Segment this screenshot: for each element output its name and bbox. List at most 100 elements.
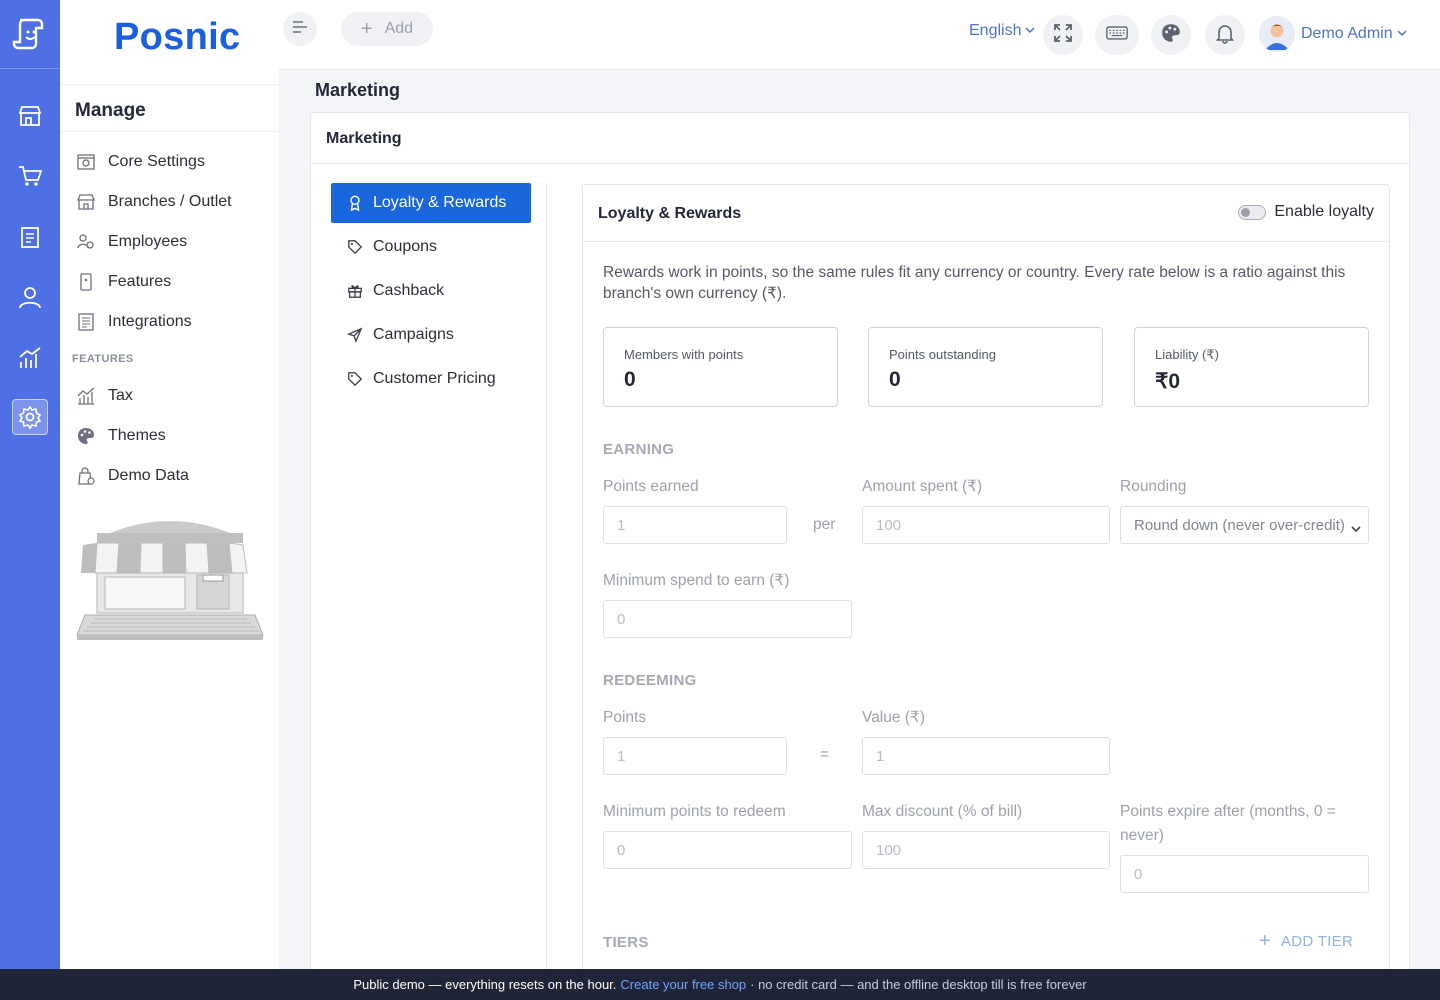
- loyalty-panel: Loyalty & Rewards Enable loyalty Rewards…: [582, 184, 1390, 994]
- tab-customer-pricing[interactable]: Customer Pricing: [331, 359, 531, 399]
- keyboard-icon: [1106, 22, 1128, 49]
- user-menu[interactable]: Demo Admin: [1259, 16, 1407, 52]
- earning-section-title: EARNING: [603, 441, 675, 458]
- tab-campaigns[interactable]: Campaigns: [331, 315, 531, 355]
- points-expire-label: Points expire after (months, 0 = never): [1120, 803, 1336, 844]
- tab-label: Customer Pricing: [373, 370, 496, 387]
- sidebar-item-themes[interactable]: Themes: [75, 421, 166, 451]
- add-button-label: Add: [384, 20, 414, 37]
- icon-rail: [0, 0, 60, 970]
- stat-points-outstanding: Points outstanding 0: [868, 327, 1103, 407]
- bell-icon: [1214, 22, 1236, 49]
- banner-text-secondary: · no credit card — and the offline deskt…: [750, 977, 1087, 992]
- stat-label: Liability (₹): [1155, 347, 1219, 362]
- tab-cashback[interactable]: Cashback: [331, 271, 531, 311]
- fullscreen-button[interactable]: [1043, 15, 1083, 55]
- tab-loyalty-rewards[interactable]: Loyalty & Rewards: [331, 183, 531, 223]
- max-discount-label: Max discount (% of bill): [862, 803, 1023, 820]
- tiers-section-title: TIERS: [603, 934, 649, 951]
- tag-icon: [346, 238, 364, 256]
- sidebar-item-core-settings[interactable]: Core Settings: [75, 147, 205, 177]
- page-title: Marketing: [315, 80, 401, 100]
- notifications-button[interactable]: [1205, 15, 1245, 55]
- stat-value: 0: [624, 368, 636, 391]
- stat-members-with-points: Members with points 0: [603, 327, 838, 407]
- menu-toggle-button[interactable]: [283, 12, 317, 46]
- stat-label: Points outstanding: [889, 347, 996, 362]
- tab-label: Loyalty & Rewards: [373, 194, 507, 211]
- settings-icon[interactable]: [12, 399, 48, 435]
- language-label: English: [969, 22, 1022, 39]
- sidebar-item-label: Themes: [108, 427, 166, 444]
- stat-value: ₹0: [1155, 370, 1181, 393]
- send-icon: [346, 326, 364, 344]
- amount-spent-input[interactable]: 100: [862, 506, 1110, 544]
- add-tier-label: ADD TIER: [1280, 932, 1354, 950]
- rounding-label: Rounding: [1120, 478, 1187, 495]
- add-tier-button[interactable]: + ADD TIER: [1259, 931, 1353, 951]
- tab-coupons[interactable]: Coupons: [331, 227, 531, 267]
- stat-liability: Liability (₹) ₹0: [1134, 327, 1369, 407]
- toggle-switch[interactable]: [1238, 204, 1267, 220]
- branch-icon: [75, 191, 97, 213]
- sidebar-item-employees[interactable]: Employees: [75, 227, 187, 257]
- create-shop-link[interactable]: Create your free shop: [620, 977, 746, 992]
- plus-icon: +: [1259, 930, 1271, 952]
- sidebar-section-label: FEATURES: [72, 353, 134, 365]
- menu-icon: [291, 18, 309, 41]
- points-expire-input[interactable]: 0: [1120, 855, 1369, 893]
- min-spend-label: Minimum spend to earn (₹): [603, 572, 790, 589]
- redeem-value-input[interactable]: 1: [862, 737, 1110, 775]
- sidebar-heading: Manage: [75, 100, 146, 121]
- language-select[interactable]: English: [969, 22, 1036, 40]
- max-discount-input[interactable]: 100: [862, 831, 1110, 869]
- tab-label: Coupons: [373, 238, 438, 255]
- min-points-label: Minimum points to redeem: [603, 803, 786, 820]
- clipboard-icon[interactable]: [12, 219, 48, 255]
- rounding-select[interactable]: Round down (never over-credit): [1120, 506, 1369, 544]
- keyboard-shortcuts-button[interactable]: [1095, 15, 1139, 55]
- amount-spent-label: Amount spent (₹): [862, 478, 983, 495]
- per-text: per: [813, 516, 836, 533]
- palette-icon: [75, 425, 97, 447]
- min-points-input[interactable]: 0: [603, 831, 852, 869]
- sidebar-item-branches[interactable]: Branches / Outlet: [75, 187, 232, 217]
- top-bar: + Add English Demo Admin: [279, 0, 1440, 70]
- min-spend-input[interactable]: 0: [603, 600, 852, 638]
- redeem-points-label: Points: [603, 709, 647, 726]
- chevron-down-icon: [1025, 22, 1036, 40]
- brand-logo[interactable]: Posnic: [114, 16, 240, 59]
- sidebar-item-label: Branches / Outlet: [108, 193, 232, 210]
- redeem-points-input[interactable]: 1: [603, 737, 787, 775]
- add-button[interactable]: + Add: [341, 12, 433, 46]
- sidebar-item-features[interactable]: Features: [75, 267, 171, 297]
- stat-label: Members with points: [624, 347, 744, 362]
- user-icon[interactable]: [12, 279, 48, 315]
- toggle-label: Enable loyalty: [1274, 203, 1374, 220]
- sidebar-item-integrations[interactable]: Integrations: [75, 307, 192, 337]
- store-icon[interactable]: [12, 98, 48, 134]
- points-earned-input[interactable]: 1: [603, 506, 787, 544]
- palette-icon: [1160, 22, 1182, 49]
- redeeming-section-title: REDEEMING: [603, 672, 697, 689]
- equals-text: =: [820, 746, 830, 763]
- theme-button[interactable]: [1151, 15, 1191, 55]
- award-icon: [346, 194, 364, 212]
- analytics-icon[interactable]: [12, 340, 48, 376]
- tag-icon: [346, 370, 364, 388]
- cart-icon[interactable]: [12, 158, 48, 194]
- demo-data-icon: [75, 465, 97, 487]
- banner-text: Public demo — everything resets on the h…: [353, 977, 617, 992]
- sidebar-item-label: Demo Data: [108, 467, 189, 484]
- enable-loyalty-switch[interactable]: Enable loyalty: [1238, 203, 1374, 221]
- plus-icon: +: [360, 18, 373, 40]
- core-settings-icon: [75, 151, 97, 173]
- logo-icon[interactable]: [10, 12, 50, 52]
- demo-banner: Public demo — everything resets on the h…: [0, 969, 1440, 1000]
- sidebar-item-label: Tax: [108, 387, 133, 404]
- sidebar-item-tax[interactable]: Tax: [75, 381, 133, 411]
- fullscreen-icon: [1052, 22, 1074, 49]
- sidebar-item-demo-data[interactable]: Demo Data: [75, 461, 189, 491]
- features-icon: [75, 271, 97, 293]
- user-name: Demo Admin: [1301, 25, 1393, 42]
